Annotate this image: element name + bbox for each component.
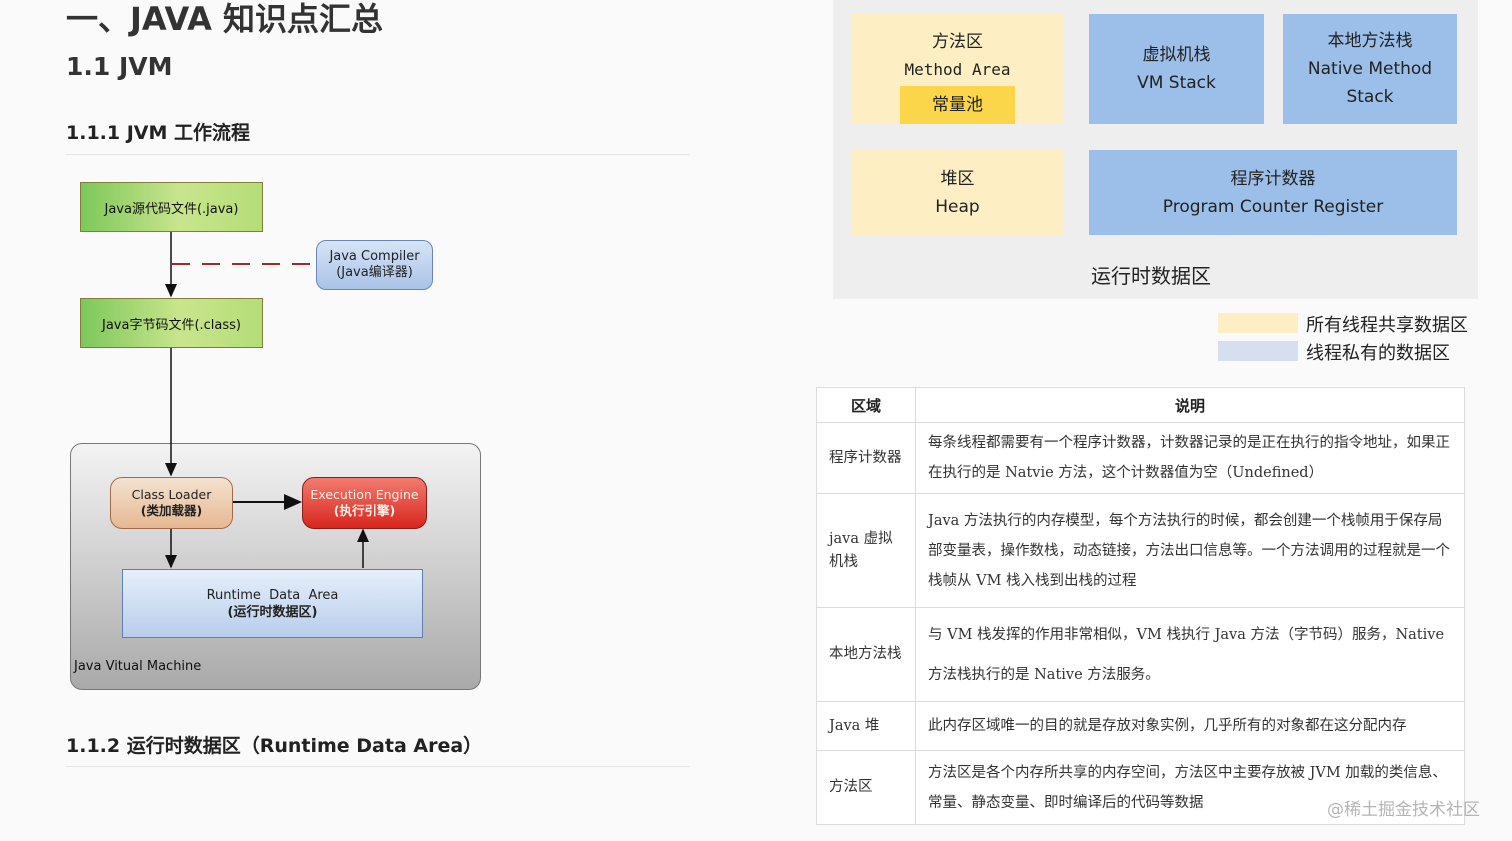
native-stack-en2: Stack [1346, 87, 1394, 107]
table-row: Java 堆 此内存区域唯一的目的就是存放对象实例，几乎所有的对象都在这分配内存 [816, 701, 1465, 751]
vm-stack-cell: 虚拟机栈 VM Stack [1089, 14, 1264, 124]
row-desc: Java 方法执行的内存模型，每个方法执行的时候，都会创建一个栈帧用于保存局部变… [915, 493, 1465, 608]
legend-label-private: 线程私有的数据区 [1306, 343, 1450, 364]
row-key: 本地方法栈 [816, 607, 916, 702]
compiler-label: Java Compiler [329, 249, 420, 264]
heap-cn: 堆区 [940, 168, 975, 189]
header-area: 区域 [816, 387, 916, 423]
jvm-label: Java Vitual Machine [74, 659, 202, 674]
watermark: @稀土掘金技术社区 [1327, 800, 1480, 820]
row-desc: 此内存区域唯一的目的就是存放对象实例，几乎所有的对象都在这分配内存 [915, 701, 1465, 751]
flow-connectors [165, 231, 369, 569]
table-row: 程序计数器 每条线程都需要有一个程序计数器，计数器记录的是正在执行的指令地址，如… [816, 422, 1465, 494]
class-loader-label-cn: (类加载器) [140, 503, 203, 518]
method-area-cn: 方法区 [932, 32, 983, 52]
constant-pool-cell: 常量池 [900, 86, 1015, 124]
native-stack-en1: Native Method [1307, 59, 1433, 79]
class-loader-box: Class Loader (类加载器) [110, 477, 233, 529]
subsection-heading-runtime-data-area: 1.1.2 运行时数据区（Runtime Data Area） [66, 735, 483, 757]
vm-stack-en: VM Stack [1137, 73, 1216, 93]
rda-label: Runtime Data Area [206, 587, 339, 603]
pc-cn: 程序计数器 [1230, 168, 1316, 189]
native-stack-cn: 本地方法栈 [1327, 31, 1413, 51]
rda-label-cn: (运行时数据区) [227, 604, 318, 620]
pc-en: Program Counter Register [1162, 196, 1384, 217]
row-desc: 每条线程都需要有一个程序计数器，计数器记录的是正在执行的指令地址，如果正在执行的… [915, 422, 1465, 494]
java-compiler-box: Java Compiler (Java编译器) [316, 240, 433, 290]
table-row: 本地方法栈 与 VM 栈发挥的作用非常相似，VM 栈执行 Java 方法（字节码… [816, 607, 1465, 702]
runtime-area-title: 运行时数据区 [1091, 264, 1211, 288]
execution-engine-label-cn: (执行引擎) [333, 503, 396, 518]
program-counter-cell: 程序计数器 Program Counter Register [1089, 150, 1457, 235]
row-key: java 虚拟机栈 [816, 493, 916, 608]
runtime-area-table: 区域 说明 程序计数器 每条线程都需要有一个程序计数器，计数器记录的是正在执行的… [816, 387, 1465, 825]
compiler-label-cn: (Java编译器) [336, 265, 413, 280]
legend-swatch-shared [1218, 313, 1298, 333]
method-area-en: Method Area [904, 60, 1011, 79]
execution-engine-box: Execution Engine (执行引擎) [302, 477, 427, 529]
divider [66, 766, 690, 767]
runtime-data-area-box: Runtime Data Area (运行时数据区) [122, 569, 423, 638]
vm-stack-cn: 虚拟机栈 [1142, 45, 1211, 65]
legend-label-shared: 所有线程共享数据区 [1306, 315, 1468, 336]
row-key: 方法区 [816, 750, 916, 825]
heap-cell: 堆区 Heap [851, 150, 1064, 235]
java-source-file-box: Java源代码文件(.java) [80, 182, 263, 232]
legend-swatch-private [1218, 341, 1298, 361]
row-key: 程序计数器 [816, 422, 916, 494]
table-row: java 虚拟机栈 Java 方法执行的内存模型，每个方法执行的时候，都会创建一… [816, 493, 1465, 608]
header-description: 说明 [915, 387, 1465, 423]
row-key: Java 堆 [816, 701, 916, 751]
table-header-row: 区域 说明 [816, 387, 1465, 423]
class-loader-label: Class Loader [131, 487, 212, 502]
native-method-stack-cell: 本地方法栈 Native Method Stack [1283, 14, 1457, 124]
method-area-cell: 方法区 Method Area 常量池 [851, 14, 1064, 124]
execution-engine-label: Execution Engine [310, 487, 419, 502]
heap-en: Heap [935, 196, 980, 217]
row-desc: 与 VM 栈发挥的作用非常相似，VM 栈执行 Java 方法（字节码）服务，Na… [915, 607, 1465, 702]
java-class-file-box: Java字节码文件(.class) [80, 298, 263, 348]
